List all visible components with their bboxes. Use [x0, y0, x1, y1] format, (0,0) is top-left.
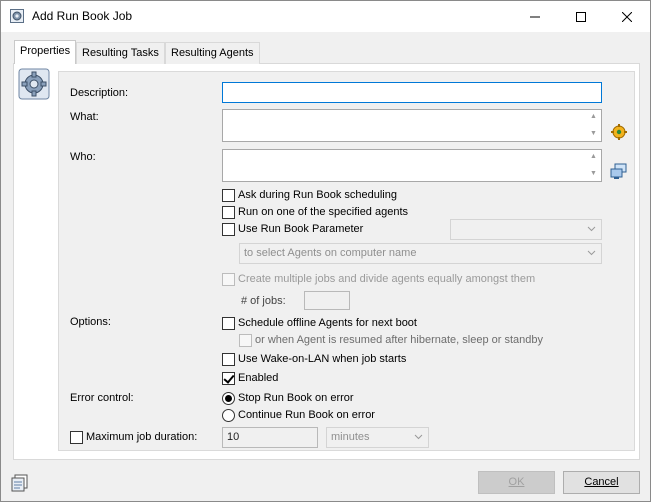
gear-icon — [18, 68, 50, 100]
scroll-down-icon[interactable]: ▼ — [589, 130, 598, 138]
tab-resulting-tasks[interactable]: Resulting Tasks — [76, 42, 165, 64]
stop-on-error-label: Stop Run Book on error — [238, 392, 354, 404]
description-label: Description: — [70, 87, 129, 99]
use-runbook-parameter-checkbox[interactable] — [222, 223, 235, 236]
run-on-one-agent-label: Run on one of the specified agents — [238, 206, 409, 218]
what-label: What: — [70, 111, 99, 123]
error-control-label: Error control: — [70, 392, 134, 404]
what-textarea[interactable]: ▲ ▼ — [222, 109, 602, 142]
cancel-button-label: Cancel — [584, 476, 619, 488]
scroll-up-icon[interactable]: ▲ — [589, 113, 598, 121]
create-multiple-jobs-checkbox[interactable] — [222, 273, 235, 286]
create-multiple-jobs-label: Create multiple jobs and divide agents e… — [238, 273, 536, 285]
duration-value: 10 — [227, 431, 240, 443]
continue-on-error-label: Continue Run Book on error — [238, 409, 375, 421]
wake-on-lan-checkbox[interactable] — [222, 353, 235, 366]
description-input[interactable] — [222, 82, 602, 103]
close-button[interactable] — [604, 1, 650, 32]
runbook-select-icon[interactable] — [610, 123, 628, 141]
agent-select-combo-value: to select Agents on computer name — [244, 247, 417, 259]
run-on-one-agent-checkbox[interactable] — [222, 206, 235, 219]
wake-on-lan-label: Use Wake-on-LAN when job starts — [238, 353, 407, 365]
or-when-resumed-label: or when Agent is resumed after hibernate… — [255, 334, 544, 346]
num-jobs-input[interactable] — [304, 291, 350, 310]
ask-during-scheduling-label: Ask during Run Book scheduling — [238, 189, 397, 201]
tab-properties[interactable]: Properties — [14, 40, 77, 64]
chevron-down-icon — [414, 432, 423, 441]
chevron-down-icon — [587, 224, 596, 233]
scroll-up-icon[interactable]: ▲ — [589, 153, 598, 161]
schedule-offline-checkbox[interactable] — [222, 317, 235, 330]
tab-resulting-agents[interactable]: Resulting Agents — [165, 42, 260, 64]
gear-document-icon — [9, 8, 25, 24]
duration-input[interactable]: 10 — [222, 427, 318, 448]
enabled-label: Enabled — [238, 372, 279, 384]
chevron-down-icon — [587, 248, 596, 257]
document-list-icon[interactable] — [11, 474, 29, 492]
duration-unit-combo[interactable]: minutes — [326, 427, 429, 448]
window-title: Add Run Book Job — [32, 9, 133, 23]
agent-select-combo[interactable]: to select Agents on computer name — [239, 243, 602, 264]
scroll-down-icon[interactable]: ▼ — [589, 170, 598, 178]
ok-button[interactable]: OK — [478, 471, 555, 494]
or-when-resumed-checkbox[interactable] — [239, 334, 252, 347]
who-label: Who: — [70, 151, 96, 163]
computers-select-icon[interactable] — [610, 163, 628, 181]
use-runbook-parameter-label: Use Run Book Parameter — [238, 223, 364, 235]
cancel-button[interactable]: Cancel — [563, 471, 640, 494]
max-duration-checkbox[interactable] — [70, 431, 83, 444]
title-bar: Add Run Book Job — [1, 1, 650, 32]
ask-during-scheduling-checkbox[interactable] — [222, 189, 235, 202]
enabled-checkbox[interactable] — [222, 372, 235, 385]
schedule-offline-label: Schedule offline Agents for next boot — [238, 317, 417, 329]
continue-on-error-radio[interactable] — [222, 409, 235, 422]
num-jobs-label: # of jobs: — [241, 295, 286, 307]
who-textarea[interactable]: ▲ ▼ — [222, 149, 602, 182]
options-label: Options: — [70, 316, 111, 328]
parameter-combo[interactable] — [450, 219, 602, 240]
max-duration-label: Maximum job duration: — [86, 431, 198, 443]
duration-unit-value: minutes — [331, 431, 370, 443]
ok-button-label: OK — [508, 476, 525, 488]
maximize-button[interactable] — [558, 1, 604, 32]
stop-on-error-radio[interactable] — [222, 392, 235, 405]
add-run-book-job-dialog: Add Run Book Job Properties Resulting Ta… — [0, 0, 651, 502]
minimize-button[interactable] — [512, 1, 558, 32]
